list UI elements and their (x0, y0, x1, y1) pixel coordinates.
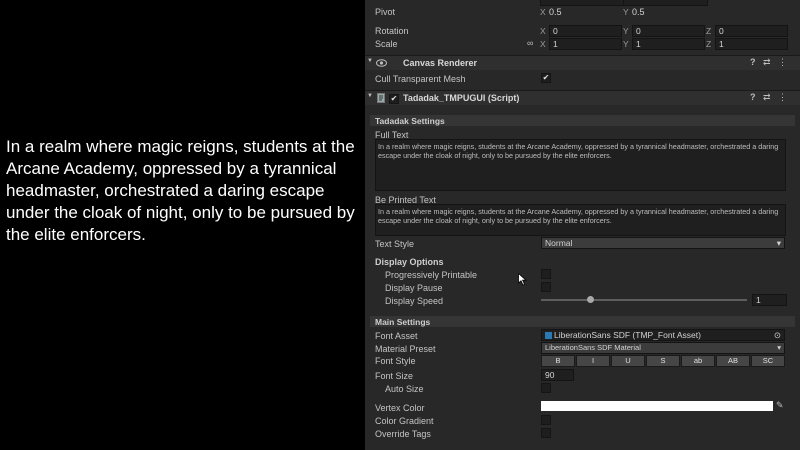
font-asset-field[interactable]: LiberationSans SDF (TMP_Font Asset) ⊙ (541, 329, 785, 341)
display-speed-slider-thumb[interactable] (587, 296, 595, 303)
scale-y-field[interactable]: 1 (632, 38, 705, 50)
rotation-z-field[interactable]: 0 (715, 25, 788, 37)
vertex-color-swatch[interactable] (541, 401, 773, 411)
preset-icon[interactable]: ⇄ (763, 57, 771, 68)
vertex-color-label: Vertex Color (375, 403, 425, 413)
tadadak-settings-title: Tadadak Settings (375, 116, 445, 126)
font-style-italic-button[interactable]: I (576, 355, 610, 367)
font-style-bold-button[interactable]: B (541, 355, 575, 367)
context-menu-icon[interactable]: ⋮ (778, 92, 787, 103)
dropdown-arrow-icon: ▾ (777, 343, 781, 352)
canvas-renderer-title: Canvas Renderer (403, 58, 478, 68)
text-style-dropdown[interactable]: Normal ▾ (541, 237, 785, 249)
font-style-lowercase-button[interactable]: ab (681, 355, 715, 367)
pivot-above-field-y[interactable] (623, 0, 708, 6)
tadadak-settings-section: Tadadak Settings (370, 115, 795, 126)
script-title: Tadadak_TMPUGUI (Script) (403, 93, 520, 103)
mouse-cursor-icon (518, 273, 527, 286)
preset-icon[interactable]: ⇄ (763, 92, 771, 103)
font-size-field[interactable]: 90 (541, 369, 574, 381)
font-style-smallcaps-button[interactable]: SC (751, 355, 785, 367)
main-settings-section: Main Settings (370, 316, 795, 327)
color-gradient-label: Color Gradient (375, 416, 434, 426)
display-pause-label: Display Pause (385, 283, 443, 293)
constrain-proportions-link-icon[interactable]: ∞ (527, 38, 533, 48)
auto-size-checkbox[interactable] (541, 383, 551, 393)
scale-z-field[interactable]: 1 (715, 38, 788, 50)
pivot-x-value[interactable]: 0.5 (549, 7, 562, 17)
material-preset-dropdown[interactable]: LiberationSans SDF Material ▾ (541, 342, 785, 354)
scale-x-field[interactable]: 1 (549, 38, 622, 50)
game-dialogue-text: In a realm where magic reigns, students … (6, 137, 355, 244)
display-pause-checkbox[interactable] (541, 282, 551, 292)
component-enabled-checkbox[interactable]: ✔ (389, 94, 399, 104)
foldout-arrow-icon[interactable]: ▼ (367, 93, 373, 99)
canvas-renderer-header[interactable]: ▼ Canvas Renderer ? ⇄ ⋮ (365, 55, 800, 70)
scale-y-axis: Y (623, 39, 629, 49)
font-asset-icon (545, 332, 552, 339)
object-picker-icon[interactable]: ⊙ (774, 330, 781, 340)
font-style-strikethrough-button[interactable]: S (646, 355, 680, 367)
font-style-underline-button[interactable]: U (611, 355, 645, 367)
eye-icon (376, 59, 387, 67)
dropdown-arrow-icon: ▾ (776, 238, 781, 248)
script-file-icon (377, 93, 385, 103)
pivot-y-value[interactable]: 0.5 (632, 7, 645, 17)
be-printed-text-area[interactable]: In a realm where magic reigns, students … (375, 204, 786, 236)
override-tags-checkbox[interactable] (541, 428, 551, 438)
context-menu-icon[interactable]: ⋮ (778, 57, 787, 68)
font-style-uppercase-button[interactable]: AB (716, 355, 750, 367)
color-gradient-checkbox[interactable] (541, 415, 551, 425)
rotation-y-axis: Y (623, 26, 629, 36)
cull-transparent-checkbox[interactable]: ✔ (541, 73, 551, 83)
auto-size-label: Auto Size (385, 384, 424, 394)
display-speed-slider-track[interactable] (541, 299, 747, 301)
font-asset-label: Font Asset (375, 331, 418, 341)
pivot-label: Pivot (375, 7, 396, 17)
scale-label: Scale (375, 39, 398, 49)
eyedropper-icon[interactable]: ✎ (776, 400, 784, 411)
display-speed-field[interactable]: 1 (752, 294, 787, 306)
scale-z-axis: Z (706, 39, 712, 49)
pivot-x-axis: X (540, 7, 546, 17)
pivot-y-axis: Y (623, 7, 629, 17)
text-style-label: Text Style (375, 239, 415, 249)
cull-transparent-label: Cull Transparent Mesh (375, 74, 466, 84)
inspector-panel: Pivot X 0.5 Y 0.5 Rotation X 0 Y 0 Z 0 S… (365, 0, 800, 450)
game-view: In a realm where magic reigns, students … (0, 0, 365, 450)
pivot-above-field-x[interactable] (540, 0, 625, 6)
text-style-value: Normal (545, 238, 573, 248)
font-asset-value: LiberationSans SDF (TMP_Font Asset) (554, 330, 701, 340)
display-speed-label: Display Speed (385, 296, 444, 306)
rotation-z-axis: Z (706, 26, 712, 36)
progressively-printable-checkbox[interactable] (541, 269, 551, 279)
scale-x-axis: X (540, 39, 546, 49)
full-text-area[interactable]: In a realm where magic reigns, students … (375, 139, 786, 191)
display-options-label: Display Options (375, 257, 444, 267)
main-settings-title: Main Settings (375, 317, 431, 327)
rotation-y-field[interactable]: 0 (632, 25, 705, 37)
rotation-x-field[interactable]: 0 (549, 25, 622, 37)
foldout-arrow-icon[interactable]: ▼ (367, 58, 373, 64)
material-preset-label: Material Preset (375, 344, 436, 354)
material-preset-value: LiberationSans SDF Material (545, 343, 641, 352)
font-style-label: Font Style (375, 356, 416, 366)
script-component-header[interactable]: ▼ ✔ Tadadak_TMPUGUI (Script) ? ⇄ ⋮ (365, 90, 800, 105)
help-icon[interactable]: ? (750, 57, 756, 67)
font-size-label: Font Size (375, 371, 414, 381)
rotation-label: Rotation (375, 26, 409, 36)
help-icon[interactable]: ? (750, 92, 756, 102)
progressively-printable-label: Progressively Printable (385, 270, 478, 280)
override-tags-label: Override Tags (375, 429, 431, 439)
rotation-x-axis: X (540, 26, 546, 36)
